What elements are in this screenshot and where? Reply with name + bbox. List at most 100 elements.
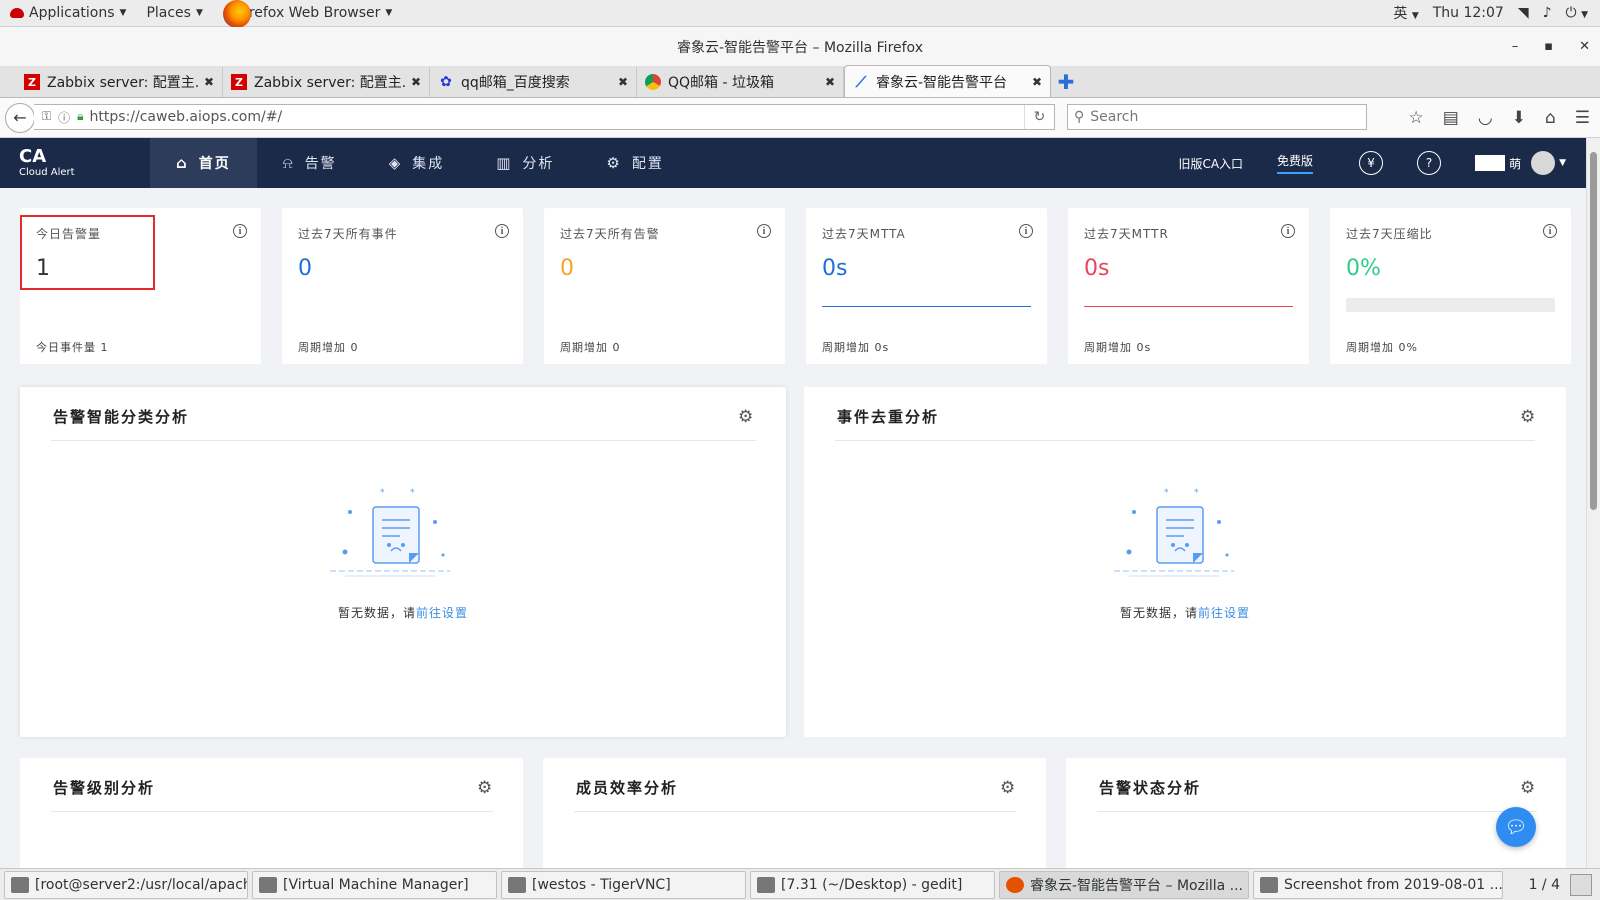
gnome-top-panel: Applications ▼ Places ▼ Firefox Web Brow… <box>0 0 1600 28</box>
stat-value: 0 <box>560 256 574 281</box>
workspace-pager[interactable]: 1 / 4 <box>1529 873 1592 896</box>
hamburger-menu-icon[interactable]: ☰ <box>1575 108 1590 128</box>
go-settings-link[interactable]: 前往设置 <box>416 606 468 620</box>
browser-tab[interactable]: Z Zabbix server: 配置主... ✖ <box>16 67 223 97</box>
home-icon: ⌂ <box>176 154 189 172</box>
pocket-icon[interactable]: ◡ <box>1478 108 1493 128</box>
redhat-icon <box>10 8 24 18</box>
browser-tab-active[interactable]: ⟋ 睿象云-智能告警平台 ✖ <box>844 65 1051 97</box>
url-bar[interactable]: ⚿ ⓘ 🔒︎ https://caweb.aiops.com/#/ ↻ <box>34 104 1055 130</box>
nav-alerts[interactable]: ⍾ 告警 <box>257 138 363 188</box>
taskbar-item-firefox[interactable]: 睿象云-智能告警平台 – Mozilla ... <box>999 870 1249 899</box>
tab-close-icon[interactable]: ✖ <box>825 75 835 89</box>
tab-close-icon[interactable]: ✖ <box>1032 75 1042 89</box>
gear-icon[interactable]: ⚙ <box>1520 407 1535 427</box>
tab-close-icon[interactable]: ✖ <box>411 75 421 89</box>
info-icon[interactable]: i <box>495 224 509 238</box>
back-button[interactable]: ← <box>5 102 35 133</box>
close-icon[interactable]: ✕ <box>1579 39 1590 54</box>
redacted-username <box>1475 155 1506 171</box>
gear-icon[interactable]: ⚙ <box>1520 778 1535 798</box>
app-logo[interactable]: CA Cloud Alert <box>0 147 150 179</box>
user-menu[interactable]: 萌 ▼ <box>1475 151 1566 175</box>
svg-text:*: * <box>410 488 415 498</box>
red-highlight-box <box>20 215 155 290</box>
workspace-box[interactable] <box>1570 873 1592 896</box>
browser-tab[interactable]: QQ邮箱 - 垃圾箱 ✖ <box>637 67 844 97</box>
nav-integrations[interactable]: ◈ 集成 <box>363 138 471 188</box>
chart-icon: ▥ <box>496 154 513 172</box>
gedit-icon <box>757 876 775 893</box>
bookmark-star-icon[interactable]: ☆ <box>1409 108 1424 128</box>
info-icon[interactable]: ⓘ <box>58 109 70 126</box>
input-method-indicator[interactable]: 英 ▼ <box>1393 3 1418 23</box>
tab-close-icon[interactable]: ✖ <box>618 75 628 89</box>
info-icon[interactable]: i <box>233 224 247 238</box>
nav-settings[interactable]: ⚙ 配置 <box>580 138 689 188</box>
info-icon[interactable]: i <box>757 224 771 238</box>
stat-value: 0s <box>822 256 848 281</box>
browser-tab[interactable]: ✿ qq邮箱_百度搜索 ✖ <box>430 67 637 97</box>
chevron-down-icon: ▼ <box>195 8 203 18</box>
taskbar-item-gedit[interactable]: [7.31 (~/Desktop) - gedit] <box>750 870 995 899</box>
firefox-icon <box>1006 876 1024 893</box>
go-settings-link[interactable]: 前往设置 <box>1198 606 1250 620</box>
gear-icon[interactable]: ⚙ <box>477 778 492 798</box>
chevron-down-icon: ▼ <box>119 8 127 18</box>
browser-tab[interactable]: Z Zabbix server: 配置主... ✖ <box>223 67 430 97</box>
main-nav: ⌂ 首页 ⍾ 告警 ◈ 集成 ▥ 分析 ⚙ 配置 <box>150 138 690 188</box>
tab-strip: Z Zabbix server: 配置主... ✖ Z Zabbix serve… <box>0 65 1600 98</box>
info-icon[interactable]: i <box>1543 224 1557 238</box>
terminal-icon <box>11 876 29 893</box>
volume-icon[interactable]: ♪ <box>1543 5 1552 21</box>
stat-value: 0 <box>298 256 312 281</box>
wifi-icon[interactable]: ◥ <box>1518 5 1529 21</box>
free-plan-link[interactable]: 免费版 <box>1277 152 1314 174</box>
zabbix-icon: Z <box>231 74 247 90</box>
chat-bubble-icon[interactable]: 💬︎ <box>1496 807 1536 847</box>
yen-icon[interactable]: ¥ <box>1359 151 1384 175</box>
reload-icon[interactable]: ↻ <box>1024 105 1054 129</box>
power-icon[interactable]: ⏻ ▼ <box>1566 5 1588 21</box>
tab-close-icon[interactable]: ✖ <box>204 75 214 89</box>
taskbar-item-vmm[interactable]: [Virtual Machine Manager] <box>252 870 497 899</box>
gear-icon[interactable]: ⚙ <box>1000 778 1015 798</box>
help-icon[interactable]: ? <box>1417 151 1442 175</box>
nav-analysis[interactable]: ▥ 分析 <box>470 138 580 188</box>
taskbar-item-terminal[interactable]: [root@server2:/usr/local/apach... <box>4 870 248 899</box>
info-icon[interactable]: i <box>1019 224 1033 238</box>
avatar <box>1531 151 1556 175</box>
new-tab-button[interactable]: ✚ <box>1051 67 1081 97</box>
taskbar-item-screenshot[interactable]: Screenshot from 2019-08-01 ... <box>1253 870 1503 899</box>
gear-icon[interactable]: ⚙ <box>738 407 753 427</box>
gear-icon: ⚙ <box>606 154 622 172</box>
search-input[interactable]: ⚲ Search <box>1067 104 1367 130</box>
taskbar-item-vnc[interactable]: [westos - TigerVNC] <box>501 870 746 899</box>
gnome-taskbar: [root@server2:/usr/local/apach... [Virtu… <box>0 868 1600 900</box>
minimize-icon[interactable]: – <box>1512 39 1519 54</box>
nav-home[interactable]: ⌂ 首页 <box>150 138 257 188</box>
scrollbar-thumb[interactable] <box>1590 152 1597 510</box>
zabbix-icon: Z <box>24 74 40 90</box>
info-icon[interactable]: i <box>1281 224 1295 238</box>
dashboard: 今日告警量 i 1 今日事件量 1 过去7天所有事件 i 0 周期增加 0 过去… <box>0 188 1586 888</box>
stat-card-7d-alerts: 过去7天所有告警 i 0 周期增加 0 <box>544 208 785 364</box>
screenshot-icon <box>1260 876 1278 893</box>
firefox-icon <box>222 0 251 28</box>
stat-value: 0% <box>1346 256 1381 281</box>
baidu-paw-icon: ✿ <box>440 74 452 90</box>
reading-list-icon[interactable]: ▤ <box>1443 108 1459 128</box>
clock[interactable]: Thu 12:07 <box>1433 5 1504 21</box>
maximize-icon[interactable]: ▪ <box>1544 39 1553 54</box>
active-app-menu[interactable]: Firefox Web Browser ▼ <box>213 0 402 28</box>
chrome-icon <box>645 74 661 90</box>
navigation-toolbar: ← ⚿ ⓘ 🔒︎ https://caweb.aiops.com/#/ ↻ ⚲ … <box>0 98 1600 138</box>
url-text[interactable]: https://caweb.aiops.com/#/ <box>90 109 283 125</box>
download-icon[interactable]: ⬇ <box>1512 108 1526 128</box>
old-ca-link[interactable]: 旧版CA入口 <box>1178 155 1243 172</box>
page-scrollbar[interactable] <box>1586 138 1600 868</box>
home-icon[interactable]: ⌂ <box>1545 108 1556 128</box>
places-menu[interactable]: Places ▼ <box>136 0 212 27</box>
empty-state: 暂无数据，请前往设置 <box>1119 606 1251 620</box>
applications-menu[interactable]: Applications ▼ <box>0 0 136 27</box>
